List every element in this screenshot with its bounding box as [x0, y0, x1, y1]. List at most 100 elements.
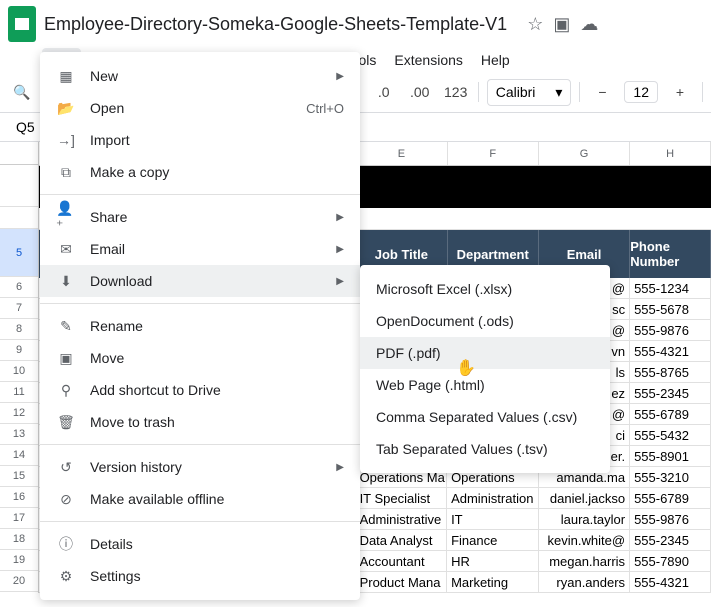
import-icon: →] — [56, 130, 76, 150]
offline-icon: ⊘ — [56, 489, 76, 509]
menu-settings[interactable]: ⚙Settings — [40, 560, 360, 592]
menu-offline[interactable]: ⊘Make available offline — [40, 483, 360, 515]
download-pdf[interactable]: PDF (.pdf) — [360, 337, 610, 369]
decrease-decimal-button[interactable]: .0 — [370, 78, 398, 106]
star-icon[interactable]: ☆ — [527, 14, 543, 35]
menu-details[interactable]: ⓘDetails — [40, 528, 360, 560]
menu-email[interactable]: ✉Email▶ — [40, 233, 360, 265]
cell-phone[interactable]: 555-2345 — [630, 530, 711, 550]
cell-job[interactable]: Data Analyst — [356, 530, 448, 550]
row-header[interactable]: 7 — [0, 298, 38, 319]
download-tsv[interactable]: Tab Separated Values (.tsv) — [360, 433, 610, 465]
cell-dept[interactable]: Finance — [447, 530, 539, 550]
select-all-corner[interactable] — [0, 142, 38, 165]
row-header[interactable]: 10 — [0, 361, 38, 382]
row-header[interactable]: 11 — [0, 382, 38, 403]
download-ods[interactable]: OpenDocument (.ods) — [360, 305, 610, 337]
menu-download[interactable]: ⬇Download▶ — [40, 265, 360, 297]
row-headers: 5 67891011121314151617181920 — [0, 142, 39, 593]
menu-add-shortcut[interactable]: ⚲Add shortcut to Drive — [40, 374, 360, 406]
increase-decimal-button[interactable]: .00 — [406, 78, 434, 106]
download-xlsx[interactable]: Microsoft Excel (.xlsx) — [360, 273, 610, 305]
row-header[interactable]: 14 — [0, 445, 38, 466]
menu-version-history[interactable]: ↺Version history▶ — [40, 451, 360, 483]
menu-trash[interactable]: 🗑Move to trash — [40, 406, 360, 438]
row-header[interactable]: 15 — [0, 466, 38, 487]
cloud-icon[interactable]: ☁ — [580, 14, 598, 35]
download-html[interactable]: Web Page (.html) — [360, 369, 610, 401]
cell-phone[interactable]: 555-5678 — [630, 299, 711, 319]
download-icon: ⬇ — [56, 271, 76, 291]
cell-job[interactable]: Administrative — [356, 509, 448, 529]
search-icon[interactable]: 🔍 — [8, 78, 36, 106]
cell-phone[interactable]: 555-5432 — [630, 425, 711, 445]
chevron-right-icon: ▶ — [336, 276, 344, 287]
cell-phone[interactable]: 555-1234 — [630, 278, 711, 298]
cell-job[interactable]: Accountant — [356, 551, 448, 571]
doc-title[interactable]: Employee-Directory-Someka-Google-Sheets-… — [44, 14, 507, 35]
cell-job[interactable]: Product Mana — [356, 572, 448, 592]
cell-email[interactable]: megan.harris — [539, 551, 631, 571]
email-icon: ✉ — [56, 239, 76, 259]
row-header[interactable]: 12 — [0, 403, 38, 424]
col-header-e[interactable]: E — [356, 142, 447, 165]
format-number-button[interactable]: 123 — [442, 78, 470, 106]
row-header[interactable]: 17 — [0, 508, 38, 529]
cell-email[interactable]: daniel.jackso — [539, 488, 631, 508]
cell-phone[interactable]: 555-2345 — [630, 383, 711, 403]
row-header[interactable] — [0, 207, 38, 229]
decrease-font-button[interactable]: − — [588, 78, 616, 106]
row-header[interactable]: 19 — [0, 550, 38, 571]
cell-email[interactable]: laura.taylor — [539, 509, 631, 529]
row-header[interactable]: 20 — [0, 571, 38, 592]
menu-make-copy[interactable]: ⧉Make a copy — [40, 156, 360, 188]
rename-icon: ✎ — [56, 316, 76, 336]
cell-job[interactable]: IT Specialist — [356, 488, 448, 508]
col-header-f[interactable]: F — [448, 142, 539, 165]
download-csv[interactable]: Comma Separated Values (.csv) — [360, 401, 610, 433]
cell-dept[interactable]: HR — [447, 551, 539, 571]
col-header-g[interactable]: G — [539, 142, 630, 165]
copy-icon: ⧉ — [56, 162, 76, 182]
row-header[interactable]: 6 — [0, 277, 38, 298]
menu-move[interactable]: ▣Move — [40, 342, 360, 374]
cell-phone[interactable]: 555-7890 — [630, 551, 711, 571]
menu-share[interactable]: 👤⁺Share▶ — [40, 201, 360, 233]
cell-phone[interactable]: 555-3210 — [630, 467, 711, 487]
sheets-logo[interactable] — [8, 6, 36, 42]
cell-dept[interactable]: IT — [447, 509, 539, 529]
move-icon: ▣ — [56, 348, 76, 368]
cell-dept[interactable]: Administration — [447, 488, 539, 508]
cell-phone[interactable]: 555-4321 — [630, 341, 711, 361]
cell-phone[interactable]: 555-8765 — [630, 362, 711, 382]
menu-help[interactable]: Help — [473, 48, 518, 72]
col-header-h[interactable]: H — [630, 142, 711, 165]
row-header[interactable] — [0, 165, 38, 207]
cell-email[interactable]: ryan.anders — [539, 572, 631, 592]
move-folder-icon[interactable]: ▣ — [553, 14, 570, 35]
menu-rename[interactable]: ✎Rename — [40, 310, 360, 342]
menu-extensions[interactable]: Extensions — [386, 48, 470, 72]
cell-phone[interactable]: 555-9876 — [630, 509, 711, 529]
menu-import[interactable]: →]Import — [40, 124, 360, 156]
cell-phone[interactable]: 555-4321 — [630, 572, 711, 592]
font-size-input[interactable]: 12 — [624, 81, 658, 103]
cell-phone[interactable]: 555-6789 — [630, 488, 711, 508]
menu-open[interactable]: 📂OpenCtrl+O — [40, 92, 360, 124]
row-header[interactable]: 8 — [0, 319, 38, 340]
row-header-5[interactable]: 5 — [0, 229, 38, 277]
history-icon: ↺ — [56, 457, 76, 477]
font-select[interactable]: Calibri▾ — [487, 79, 572, 106]
menu-new[interactable]: ▦New▶ — [40, 60, 360, 92]
cell-dept[interactable]: Marketing — [447, 572, 539, 592]
cell-phone[interactable]: 555-9876 — [630, 320, 711, 340]
row-header[interactable]: 16 — [0, 487, 38, 508]
row-header[interactable]: 18 — [0, 529, 38, 550]
chevron-right-icon: ▶ — [336, 212, 344, 223]
cell-email[interactable]: kevin.white@ — [539, 530, 631, 550]
row-header[interactable]: 9 — [0, 340, 38, 361]
row-header[interactable]: 13 — [0, 424, 38, 445]
cell-phone[interactable]: 555-6789 — [630, 404, 711, 424]
increase-font-button[interactable]: + — [666, 78, 694, 106]
cell-phone[interactable]: 555-8901 — [630, 446, 711, 466]
